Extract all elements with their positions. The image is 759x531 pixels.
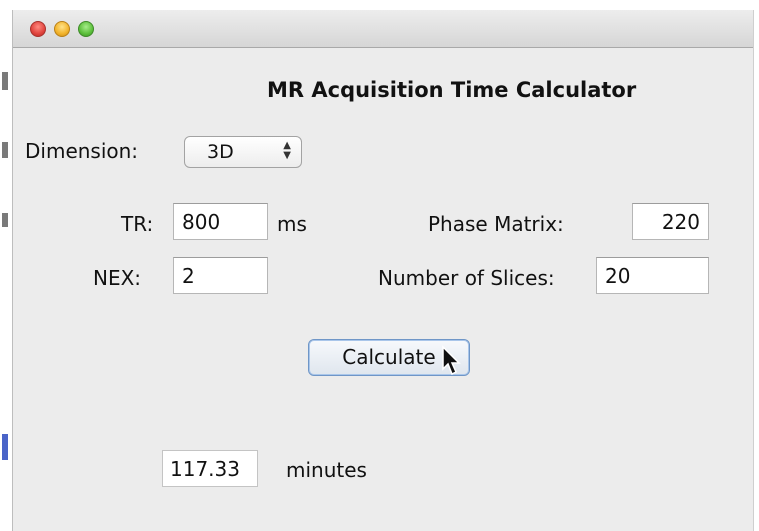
app-title: MR Acquisition Time Calculator xyxy=(267,78,637,102)
result-unit-label: minutes xyxy=(286,458,367,482)
minimize-window-button[interactable] xyxy=(54,21,70,37)
dimension-select-value: 3D xyxy=(207,141,234,163)
result-display: 117.33 xyxy=(162,450,258,487)
number-of-slices-label: Number of Slices: xyxy=(378,266,555,290)
phase-matrix-label: Phase Matrix: xyxy=(428,212,564,236)
tr-input[interactable]: 800 xyxy=(173,203,268,240)
zoom-window-button[interactable] xyxy=(78,21,94,37)
tr-label: TR: xyxy=(121,212,154,236)
nex-label: NEX: xyxy=(93,266,142,290)
nex-input[interactable]: 2 xyxy=(173,257,268,294)
select-arrows-icon: ▲ ▼ xyxy=(283,140,291,161)
dimension-label: Dimension: xyxy=(25,139,139,163)
number-of-slices-input[interactable]: 20 xyxy=(596,257,709,294)
phase-matrix-input[interactable]: 220 xyxy=(632,203,709,240)
mouse-pointer-icon xyxy=(442,345,461,376)
window-titlebar xyxy=(13,10,753,48)
tr-unit-label: ms xyxy=(277,212,307,236)
background-window-edge xyxy=(0,0,12,531)
dimension-select[interactable]: 3D ▲ ▼ xyxy=(184,136,302,168)
calculator-window: MR Acquisition Time Calculator Dimension… xyxy=(12,10,754,531)
close-window-button[interactable] xyxy=(30,21,46,37)
